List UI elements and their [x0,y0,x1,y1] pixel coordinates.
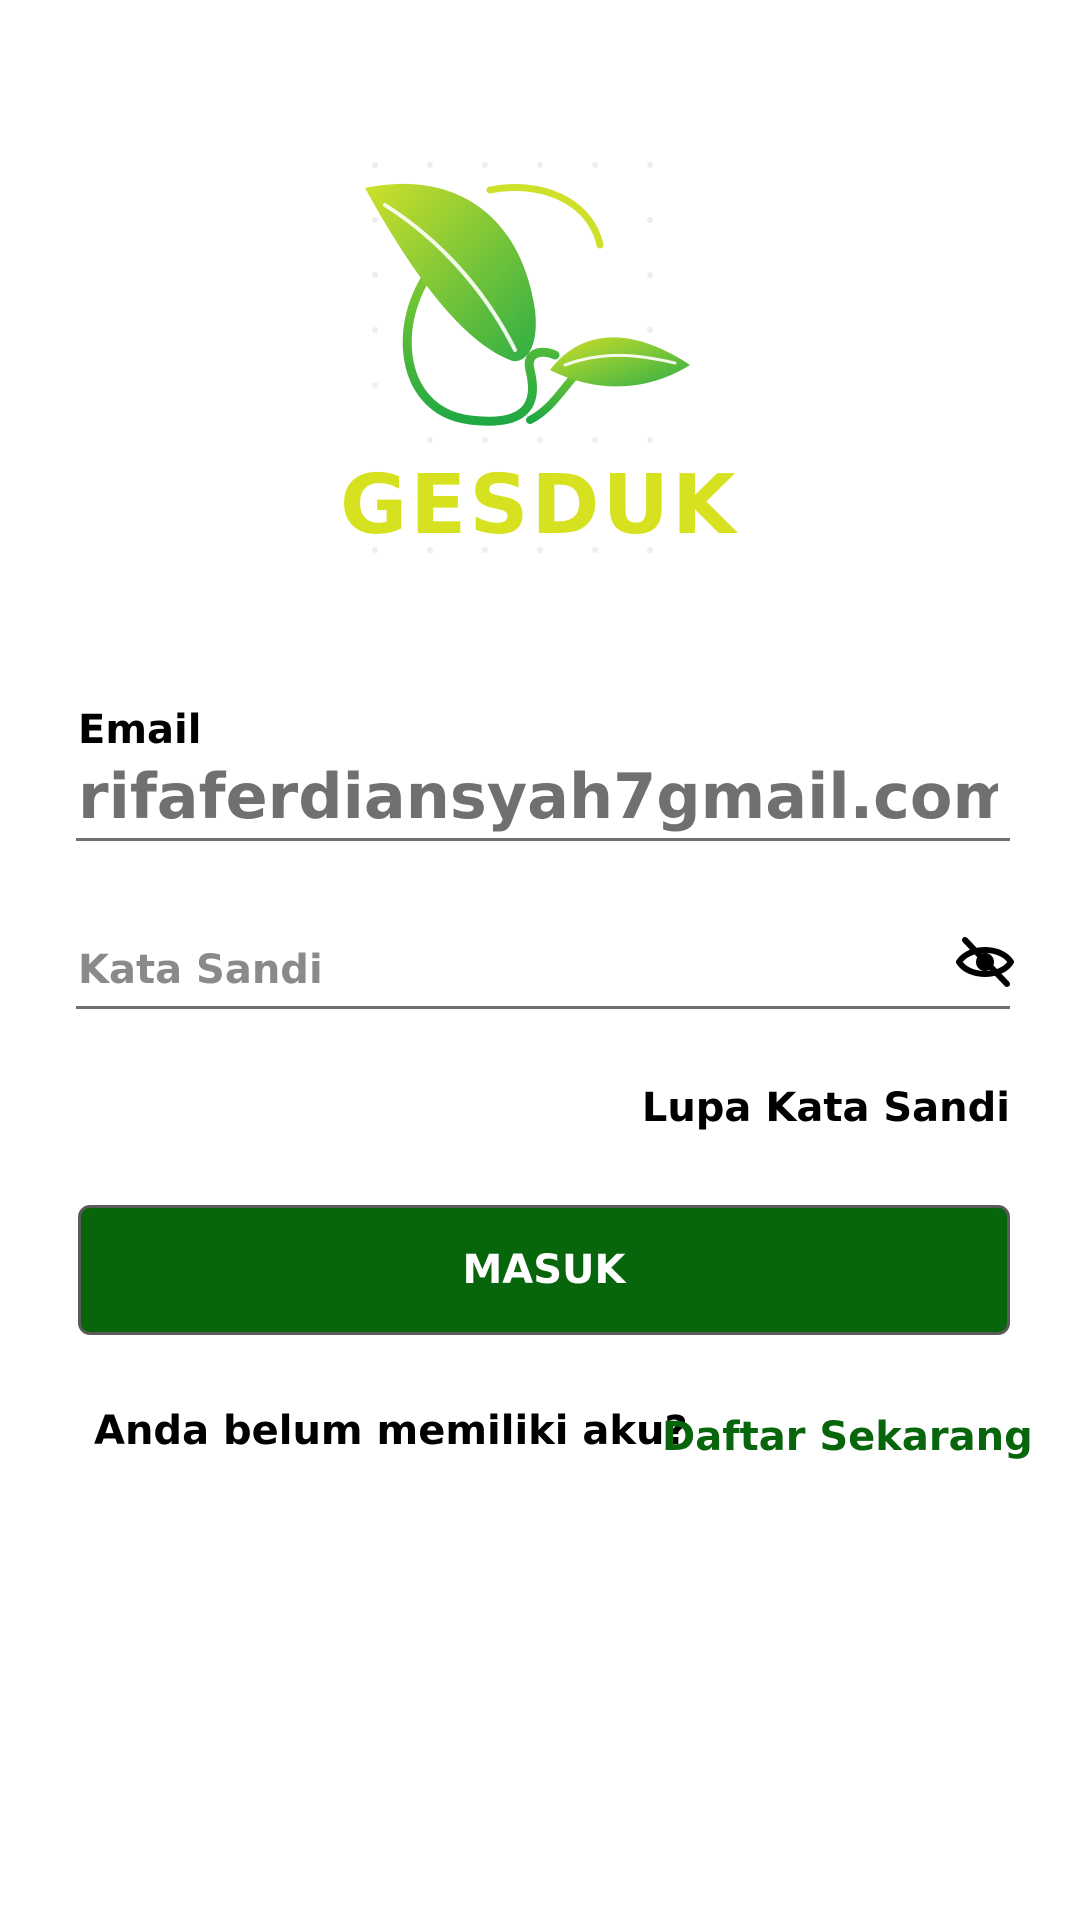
brand-name: GESDUK [340,458,739,553]
password-field[interactable] [78,935,938,1005]
signup-prompt: Anda belum memiliki aku? [94,1408,688,1454]
password-underline [76,1006,1010,1009]
forgot-password-link[interactable]: Lupa Kata Sandi [642,1085,1010,1131]
signup-link[interactable]: Daftar Sekarang [662,1414,1033,1460]
email-label: Email [78,707,202,753]
login-button[interactable]: MASUK [78,1205,1010,1335]
email-underline [76,838,1010,841]
login-screen: GESDUK Email rifaferdiansyah7gmail.com L… [0,0,1080,1920]
eye-off-icon[interactable] [955,932,1015,992]
email-field[interactable]: rifaferdiansyah7gmail.com [78,760,998,833]
